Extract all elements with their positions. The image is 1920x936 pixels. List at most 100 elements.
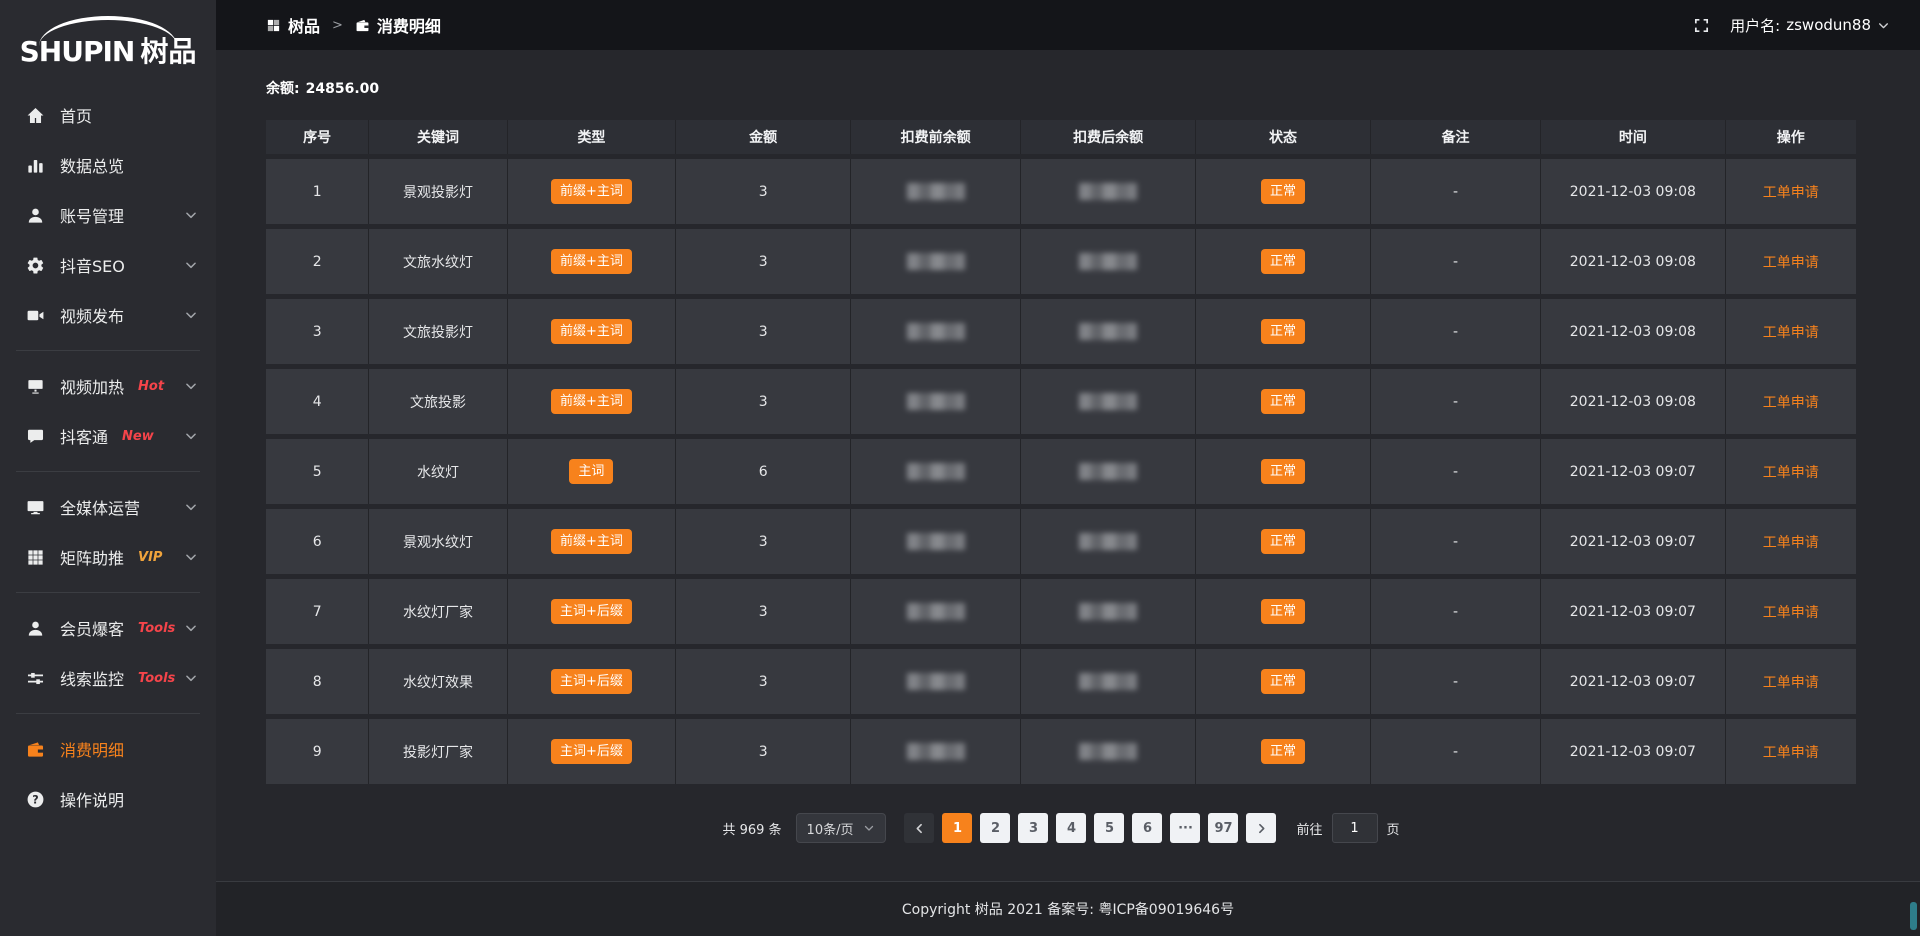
sliders-icon	[26, 669, 45, 688]
screen-icon	[26, 377, 45, 396]
breadcrumb-item-root[interactable]: 树品	[266, 13, 320, 37]
cell-status: 正常	[1196, 159, 1371, 224]
sidebar-item-clue-monitor[interactable]: 线索监控Tools	[0, 653, 216, 703]
page-button-3[interactable]: 3	[1018, 813, 1048, 843]
ticket-apply-link[interactable]: 工单申请	[1763, 535, 1819, 551]
ticket-apply-link[interactable]: 工单申请	[1763, 675, 1819, 691]
menu-divider	[16, 713, 200, 714]
sidebar-item-consumption-detail[interactable]: 消费明细	[0, 724, 216, 774]
goto-page-input[interactable]	[1332, 813, 1378, 843]
column-header: 金额	[676, 120, 851, 154]
sidebar-item-label: 视频加热	[60, 374, 124, 398]
chevron-down-icon	[863, 822, 875, 834]
sidebar-item-home[interactable]: 首页	[0, 90, 216, 140]
cell-amount: 3	[676, 159, 851, 224]
status-badge: 正常	[1261, 389, 1305, 414]
cell-remark: -	[1371, 369, 1541, 434]
cell-index: 3	[266, 299, 369, 364]
page-button-6[interactable]: 6	[1132, 813, 1162, 843]
pagination: 共 969 条 10条/页 123456···97 前往 页	[266, 813, 1856, 843]
sidebar-item-operation-guide[interactable]: ?操作说明	[0, 774, 216, 824]
page-unit-label: 页	[1387, 819, 1400, 838]
cell-keyword: 景观水纹灯	[369, 509, 507, 574]
chart-icon	[26, 156, 45, 175]
cell-index: 9	[266, 719, 369, 784]
page-button-1[interactable]: 1	[942, 813, 972, 843]
sidebar-item-member-burst[interactable]: 会员爆客Tools	[0, 603, 216, 653]
redacted-balance-after	[1079, 673, 1137, 690]
redacted-balance-after	[1079, 743, 1137, 760]
cell-amount: 3	[676, 299, 851, 364]
cell-type: 主词+后缀	[508, 719, 677, 784]
column-header: 扣费后余额	[1021, 120, 1196, 154]
redacted-balance-before	[907, 393, 965, 410]
sidebar-item-data-overview[interactable]: 数据总览	[0, 140, 216, 190]
sidebar-item-douyin-seo[interactable]: 抖音SEO	[0, 240, 216, 290]
cell-action: 工单申请	[1726, 509, 1856, 574]
cell-keyword: 景观投影灯	[369, 159, 507, 224]
sidebar-item-label: 线索监控	[60, 666, 124, 690]
column-header: 扣费前余额	[851, 120, 1021, 154]
ticket-apply-link[interactable]: 工单申请	[1763, 465, 1819, 481]
cell-balance-after	[1021, 299, 1196, 364]
sidebar-item-account-manage[interactable]: 账号管理	[0, 190, 216, 240]
sidebar-item-video-publish[interactable]: 视频发布	[0, 290, 216, 340]
cell-type: 前缀+主词	[508, 229, 677, 294]
monitor-icon	[26, 498, 45, 517]
prev-page-button[interactable]	[904, 813, 934, 843]
sidebar-item-douketong[interactable]: 抖客通New	[0, 411, 216, 461]
chat-icon	[26, 427, 45, 446]
ticket-apply-link[interactable]: 工单申请	[1763, 605, 1819, 621]
chevron-down-icon	[1877, 19, 1890, 32]
breadcrumb-root-label: 树品	[288, 13, 320, 37]
sidebar-item-label: 消费明细	[60, 737, 124, 761]
chevron-down-icon	[184, 379, 198, 393]
sidebar-item-label: 账号管理	[60, 203, 124, 227]
ticket-apply-link[interactable]: 工单申请	[1763, 745, 1819, 761]
fullscreen-icon[interactable]	[1693, 17, 1710, 34]
balance-label: 余额:	[266, 81, 300, 97]
chevron-right-icon	[1255, 822, 1268, 835]
column-header: 状态	[1196, 120, 1371, 154]
table-header-row: 序号关键词类型金额扣费前余额扣费后余额状态备注时间操作	[266, 120, 1856, 154]
page-button-97[interactable]: 97	[1208, 813, 1238, 843]
page-size-select[interactable]: 10条/页	[796, 813, 887, 843]
next-page-button[interactable]	[1246, 813, 1276, 843]
video-icon	[26, 306, 45, 325]
cell-balance-before	[851, 229, 1021, 294]
ticket-apply-link[interactable]: 工单申请	[1763, 325, 1819, 341]
sidebar-item-matrix-boost[interactable]: 矩阵助推VIP	[0, 532, 216, 582]
chevron-down-icon	[184, 671, 198, 685]
sidebar-item-label: 抖客通	[60, 424, 108, 448]
ticket-apply-link[interactable]: 工单申请	[1763, 255, 1819, 271]
cell-balance-after	[1021, 719, 1196, 784]
more-pages-button[interactable]: ···	[1170, 813, 1200, 843]
page-button-2[interactable]: 2	[980, 813, 1010, 843]
cell-remark: -	[1371, 509, 1541, 574]
page-button-4[interactable]: 4	[1056, 813, 1086, 843]
sidebar-item-video-heat[interactable]: 视频加热Hot	[0, 361, 216, 411]
page-button-5[interactable]: 5	[1094, 813, 1124, 843]
chevron-down-icon	[184, 429, 198, 443]
ticket-apply-link[interactable]: 工单申请	[1763, 185, 1819, 201]
cell-balance-before	[851, 159, 1021, 224]
scrollbar-thumb[interactable]	[1910, 902, 1917, 930]
sidebar-item-media-operation[interactable]: 全媒体运营	[0, 482, 216, 532]
cell-time: 2021-12-03 09:07	[1541, 579, 1725, 644]
breadcrumb-separator: >	[332, 18, 343, 33]
user-menu[interactable]: 用户名: zswodun88	[1730, 15, 1890, 36]
cell-time: 2021-12-03 09:08	[1541, 229, 1725, 294]
cell-index: 8	[266, 649, 369, 714]
cell-index: 4	[266, 369, 369, 434]
breadcrumb-item-current[interactable]: 消费明细	[355, 13, 441, 37]
username-label: 用户名:	[1730, 15, 1780, 36]
sidebar-item-label: 矩阵助推	[60, 545, 124, 569]
grid-icon	[26, 548, 45, 567]
cell-action: 工单申请	[1726, 369, 1856, 434]
status-badge: 正常	[1261, 249, 1305, 274]
sidebar-menu: 首页数据总览账号管理抖音SEO视频发布视频加热Hot抖客通New全媒体运营矩阵助…	[0, 80, 216, 824]
cell-action: 工单申请	[1726, 579, 1856, 644]
chevron-down-icon	[184, 500, 198, 514]
ticket-apply-link[interactable]: 工单申请	[1763, 395, 1819, 411]
cell-type: 前缀+主词	[508, 299, 677, 364]
